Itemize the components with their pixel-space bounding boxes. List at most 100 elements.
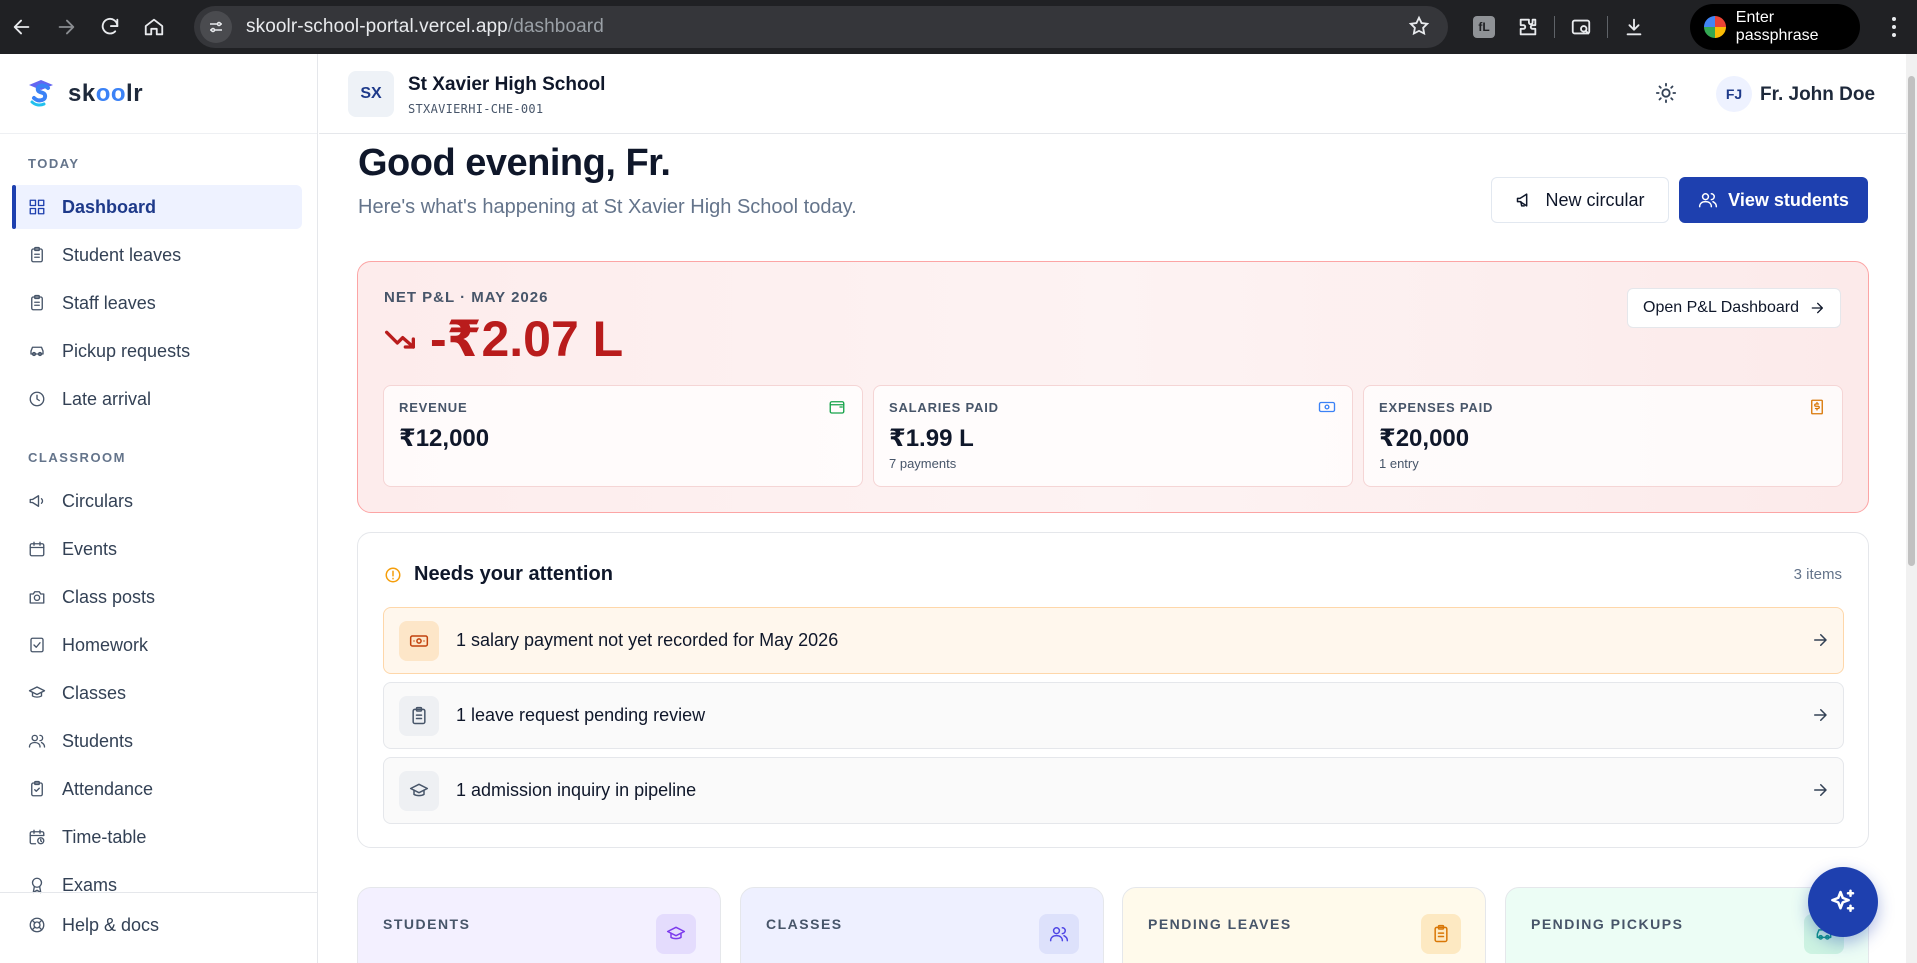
sidebar-item-events[interactable]: Events — [12, 527, 302, 571]
profile-label: Enter passphrase — [1735, 9, 1819, 44]
bookmark-button[interactable] — [1408, 15, 1430, 42]
net-pnl-card: NET P&L · MAY 2026 -₹2.07 L Open P&L Das… — [357, 261, 1869, 513]
expenses-paid-stat: EXPENSES PAID ₹20,000 1 entry — [1363, 385, 1843, 487]
sidebar-item-label: Homework — [62, 634, 149, 655]
brand-name-start: sk — [68, 79, 96, 107]
sidebar-item-student-leaves[interactable]: Student leaves — [12, 233, 302, 277]
home-button[interactable] — [132, 0, 176, 54]
graduation-cap-icon — [656, 914, 696, 954]
sidebar-item-label: Late arrival — [62, 388, 152, 409]
school-avatar[interactable]: SX — [348, 71, 394, 117]
extension-badge: fL — [1473, 16, 1495, 38]
user-avatar[interactable]: FJ — [1716, 76, 1752, 112]
section-title-today: TODAY — [28, 156, 80, 171]
user-name[interactable]: Fr. John Doe — [1760, 84, 1875, 106]
toolbar-divider — [1554, 16, 1555, 38]
sidebar-item-classes[interactable]: Classes — [12, 671, 302, 715]
clock-icon — [29, 391, 45, 407]
scrollbar-thumb[interactable] — [1908, 76, 1915, 566]
sparkles-icon — [1831, 889, 1855, 912]
profile-avatar-icon — [1704, 16, 1726, 38]
tab-search-button[interactable] — [1559, 0, 1603, 54]
brand[interactable]: skoolr — [0, 54, 317, 134]
sidebar-item-pickup-requests[interactable]: Pickup requests — [12, 329, 302, 373]
stat-label: REVENUE — [399, 400, 468, 415]
users-icon — [1039, 914, 1079, 954]
page-scrollbar[interactable] — [1906, 54, 1917, 963]
clipboard-icon — [399, 695, 439, 736]
kpi-card-pending-leaves[interactable]: PENDING LEAVES — [1122, 887, 1486, 963]
view-students-button[interactable]: View students — [1679, 177, 1868, 223]
sidebar-item-time-table[interactable]: Time-table — [12, 815, 302, 859]
sidebar-item-class-posts[interactable]: Class posts — [12, 575, 302, 619]
sidebar-item-students[interactable]: Students — [12, 719, 302, 763]
arrow-right-icon — [1811, 631, 1829, 649]
skoolr-logo-icon — [29, 79, 53, 107]
megaphone-icon — [29, 495, 44, 507]
megaphone-icon — [1517, 193, 1528, 207]
attention-item-salary[interactable]: 1 salary payment not yet recorded for Ma… — [383, 607, 1844, 674]
attention-item-admission[interactable]: 1 admission inquiry in pipeline — [383, 757, 1844, 824]
sidebar-item-help-docs[interactable]: Help & docs — [12, 903, 302, 947]
extension-button[interactable]: fL — [1462, 0, 1506, 54]
brand-name-highlight: oo — [95, 79, 127, 107]
stat-value: ₹12,000 — [399, 425, 490, 452]
forward-button[interactable] — [44, 0, 88, 54]
star-icon — [1408, 15, 1430, 36]
extensions-area: fL — [1462, 0, 1656, 54]
kpi-label: CLASSES — [766, 916, 843, 932]
back-button[interactable] — [0, 0, 44, 54]
open-pnl-dashboard-button[interactable]: Open P&L Dashboard — [1627, 288, 1841, 328]
browser-menu-button[interactable] — [1874, 0, 1914, 54]
stat-label: EXPENSES PAID — [1379, 400, 1494, 415]
sidebar-item-late-arrival[interactable]: Late arrival — [12, 377, 302, 421]
stat-label: SALARIES PAID — [889, 400, 999, 415]
dashboard-grid-icon — [29, 199, 45, 215]
download-icon — [1626, 18, 1642, 36]
sidebar-item-staff-leaves[interactable]: Staff leaves — [12, 281, 302, 325]
sidebar-item-dashboard[interactable]: Dashboard — [12, 185, 302, 229]
sidebar-item-homework[interactable]: Homework — [12, 623, 302, 667]
ai-assistant-button[interactable] — [1808, 867, 1878, 937]
arrow-left-icon — [13, 19, 30, 35]
arrow-right-icon — [1811, 781, 1829, 799]
reload-button[interactable] — [88, 0, 132, 54]
needs-attention-card: Needs your attention 3 items 1 salary pa… — [357, 532, 1869, 848]
arrow-right-icon — [58, 19, 75, 35]
school-name: St Xavier High School — [408, 74, 606, 95]
needs-attention-header: Needs your attention — [384, 563, 613, 586]
extensions-menu-button[interactable] — [1506, 0, 1550, 54]
sidebar-item-label: Staff leaves — [62, 292, 156, 313]
sidebar-item-circulars[interactable]: Circulars — [12, 479, 302, 523]
camera-icon — [29, 591, 45, 604]
sidebar-item-attendance[interactable]: Attendance — [12, 767, 302, 811]
net-pnl-value: -₹2.07 L — [430, 311, 624, 367]
clipboard-icon — [31, 246, 43, 263]
kpi-label: STUDENTS — [383, 916, 471, 932]
profile-button[interactable]: Enter passphrase — [1690, 4, 1860, 50]
site-info-button[interactable] — [200, 11, 232, 43]
stat-value: ₹20,000 — [1379, 425, 1470, 452]
car-icon — [30, 346, 44, 357]
kpi-label: PENDING LEAVES — [1148, 916, 1292, 932]
sun-icon — [1655, 82, 1677, 104]
stat-sub: 1 entry — [1379, 456, 1419, 471]
browser-toolbar: skoolr-school-portal.vercel.app/dashboar… — [0, 0, 1917, 54]
new-circular-button[interactable]: New circular — [1491, 177, 1669, 223]
sidebar-item-label: Time-table — [62, 826, 147, 847]
graduation-cap-icon — [28, 686, 46, 698]
sidebar-item-label: Events — [62, 538, 118, 559]
downloads-button[interactable] — [1612, 0, 1656, 54]
app-header: SX St Xavier High School STXAVIERHI-CHE-… — [319, 54, 1906, 134]
receipt-icon — [1808, 398, 1826, 416]
kpi-card-students[interactable]: STUDENTS — [357, 887, 721, 963]
attention-item-text: 1 salary payment not yet recorded for Ma… — [456, 630, 839, 650]
wallet-icon — [828, 398, 846, 416]
kpi-card-classes[interactable]: CLASSES — [740, 887, 1104, 963]
attention-item-leave[interactable]: 1 leave request pending review — [383, 682, 1844, 749]
kpi-label: PENDING PICKUPS — [1531, 916, 1684, 932]
theme-toggle-button[interactable] — [1655, 82, 1679, 106]
view-students-label: View students — [1728, 189, 1849, 210]
address-bar[interactable]: skoolr-school-portal.vercel.app/dashboar… — [194, 6, 1448, 48]
net-pnl-label: NET P&L · MAY 2026 — [384, 289, 549, 306]
